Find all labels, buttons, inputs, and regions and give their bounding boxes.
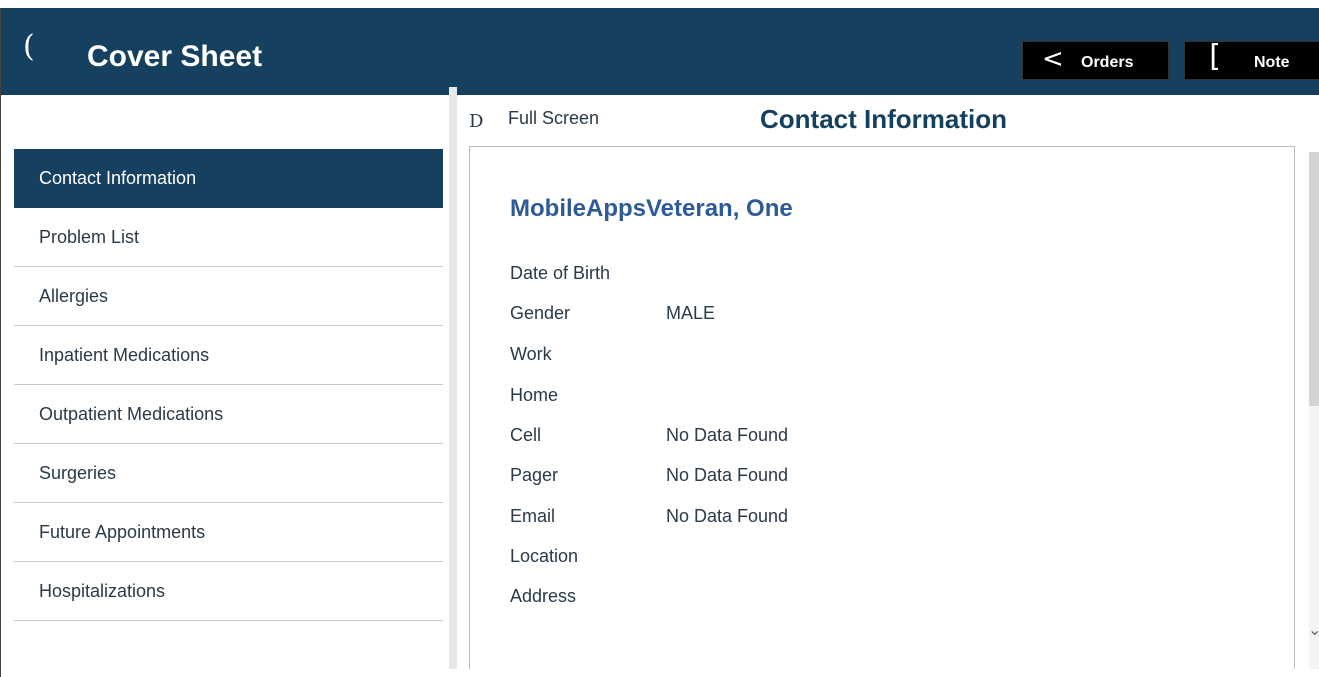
pane-divider[interactable] <box>449 87 457 669</box>
field-label-dob: Date of Birth <box>510 263 611 283</box>
sidebar-item-outpatient-medications[interactable]: Outpatient Medications <box>14 385 443 444</box>
fullscreen-icon[interactable]: D <box>469 111 483 132</box>
field-label-pager: Pager <box>510 465 559 485</box>
contact-info-panel: MobileAppsVeteran, One Date of Birth Gen… <box>469 146 1295 669</box>
orders-button[interactable]: < Orders <box>1022 41 1169 80</box>
field-value-gender: MALE <box>666 303 716 323</box>
field-label-address: Address <box>510 586 577 606</box>
field-value-email: No Data Found <box>666 506 789 526</box>
sidebar-item-contact-information[interactable]: Contact Information <box>14 149 443 208</box>
field-label-work: Work <box>510 344 552 364</box>
scroll-thumb[interactable] <box>1309 152 1319 406</box>
note-button[interactable]: [ Note <box>1184 41 1319 80</box>
field-value-pager: No Data Found <box>666 465 789 485</box>
header-bar: ( Cover Sheet < Orders [ Note <box>1 8 1319 95</box>
sidebar-item-inpatient-medications[interactable]: Inpatient Medications <box>14 326 443 385</box>
field-label-email: Email <box>510 506 556 526</box>
field-value-cell: No Data Found <box>666 425 789 445</box>
sidebar-item-hospitalizations[interactable]: Hospitalizations <box>14 562 443 621</box>
field-label-home: Home <box>510 385 559 405</box>
note-icon: [ <box>1205 39 1224 74</box>
page-title: Cover Sheet <box>87 40 263 73</box>
field-label-gender: Gender <box>510 303 571 323</box>
field-label-location: Location <box>510 546 579 566</box>
sidebar-item-surgeries[interactable]: Surgeries <box>14 444 443 503</box>
patient-name: MobileAppsVeteran, One <box>510 195 793 222</box>
sidebar-item-problem-list[interactable]: Problem List <box>14 208 443 267</box>
chevron-left-icon: < <box>1042 44 1064 74</box>
sidebar: Contact Information Problem List Allergi… <box>14 149 443 621</box>
sidebar-item-future-appointments[interactable]: Future Appointments <box>14 503 443 562</box>
orders-button-label: Orders <box>1081 54 1134 71</box>
section-title: Contact Information <box>760 104 1007 134</box>
field-label-cell: Cell <box>510 425 542 445</box>
fullscreen-button[interactable]: Full Screen <box>508 108 599 129</box>
chevron-down-icon[interactable]: ⌄ <box>1308 620 1319 640</box>
sidebar-item-allergies[interactable]: Allergies <box>14 267 443 326</box>
scrollbar[interactable] <box>1309 152 1319 669</box>
note-button-label: Note <box>1254 54 1290 71</box>
back-icon[interactable]: ( <box>23 32 35 62</box>
